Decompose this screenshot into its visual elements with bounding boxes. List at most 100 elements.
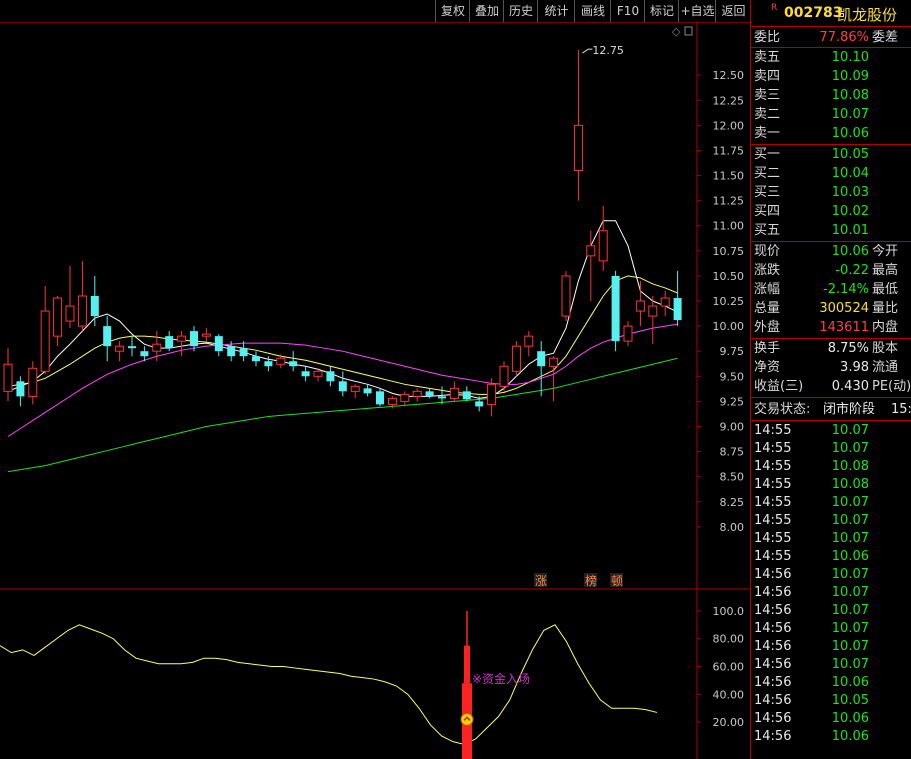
ask-price: 10.06: [831, 126, 869, 141]
stat-label2: 股本: [872, 341, 899, 356]
quote-label: 现价: [754, 244, 781, 259]
bid-row: 买二 10.04: [751, 164, 911, 183]
ask-price: 10.09: [831, 69, 869, 84]
stat-row: 收益(三) 0.430 PE(动): [751, 377, 911, 396]
y-tick-label: 12.25: [713, 94, 745, 107]
candle-body: [239, 348, 248, 357]
tick-time: 14:55: [754, 549, 792, 564]
candle-body: [16, 381, 25, 397]
candle-body: [227, 346, 236, 357]
candle-body: [499, 365, 509, 387]
bid-price: 10.01: [831, 223, 869, 238]
y-tick-label: 10.50: [713, 270, 745, 283]
tick-row: 14:56 10.06: [751, 727, 911, 746]
candle-body: [190, 331, 198, 347]
candle-body: [475, 401, 484, 407]
candle-body: [400, 393, 410, 402]
osc-y-tick-label: 80.00: [713, 633, 745, 646]
bid-price: 10.02: [831, 204, 869, 219]
toolbar-item-4[interactable]: 画线: [574, 0, 611, 22]
trade-status-label: 交易状态:: [754, 402, 811, 417]
trade-status-row: 交易状态: 闭市阶段 15:: [751, 400, 911, 419]
toolbar-item-1[interactable]: 叠加: [469, 0, 504, 22]
y-tick-label: 9.25: [720, 395, 745, 408]
quote-value: -0.22: [835, 263, 869, 278]
candle-body: [53, 297, 63, 337]
candle-body: [40, 310, 50, 372]
tick-time: 14:55: [754, 531, 792, 546]
quote-label: 涨跌: [754, 263, 781, 278]
weibi-label: 委比: [754, 30, 781, 45]
tick-row: 14:56 10.07: [751, 601, 911, 620]
y-tick-label: 9.50: [720, 370, 745, 383]
bid-label: 买三: [754, 185, 781, 200]
candle-body: [214, 336, 223, 352]
candle-body: [301, 371, 310, 377]
toolbar-item-5[interactable]: F10: [610, 0, 645, 22]
quote-row: 涨跌 -0.22 最高: [751, 261, 911, 280]
tick-price: 10.08: [831, 477, 869, 492]
stat-row: 换手 8.75% 股本: [751, 339, 911, 358]
tick-price: 10.05: [831, 693, 869, 708]
candle-body: [648, 305, 658, 317]
toolbar-item-8[interactable]: 返回: [715, 0, 751, 22]
toolbar-item-0[interactable]: 复权: [435, 0, 470, 22]
tick-time: 14:56: [754, 693, 792, 708]
candle-body: [90, 295, 99, 317]
stat-value: 0.430: [831, 379, 869, 394]
bid-row: 买三 10.03: [751, 183, 911, 202]
marker-label: 涨: [535, 573, 547, 588]
signal-label: ※资金入场: [472, 671, 530, 686]
tick-time: 14:55: [754, 513, 792, 528]
quote-value: 300524: [819, 301, 869, 316]
toolbar-item-6[interactable]: 标记: [644, 0, 679, 22]
stock-header: R 002783 凯龙股份: [751, 0, 911, 26]
candle-body: [252, 356, 260, 362]
ask-price: 10.08: [831, 88, 869, 103]
tick-time: 14:55: [754, 477, 792, 492]
toolbar-item-2[interactable]: 历史: [503, 0, 538, 22]
candle-body: [623, 325, 633, 342]
tick-time: 14:56: [754, 621, 792, 636]
tick-price: 10.07: [831, 603, 869, 618]
candle-body: [561, 275, 571, 317]
divider: [751, 26, 911, 27]
y-tick-label: 12.00: [713, 119, 745, 132]
osc-y-tick-label: 40.00: [713, 688, 745, 701]
quote-label2: 今开: [872, 244, 899, 259]
tick-row: 14:55 10.07: [751, 529, 911, 548]
tick-price: 10.06: [831, 711, 869, 726]
weibi-row: 委比 77.86% 委差: [751, 28, 911, 47]
candle-body: [326, 371, 335, 382]
toolbar-item-3[interactable]: 统计: [537, 0, 575, 22]
toolbar: 复权 叠加 历史 统计 画线 F10 标记 +自选 返回: [0, 0, 750, 23]
candle-body: [313, 370, 323, 377]
y-tick-label: 8.75: [720, 446, 745, 459]
ask-row: 卖一 10.06: [751, 124, 911, 143]
candle-body: [438, 396, 446, 399]
quote-label2: 最低: [872, 282, 899, 297]
tick-row: 14:56 10.06: [751, 709, 911, 728]
ask-label: 卖五: [754, 50, 781, 65]
tick-time: 14:55: [754, 459, 792, 474]
y-tick-label: 8.00: [720, 521, 745, 534]
tick-row: 14:55 10.08: [751, 475, 911, 494]
toolbar-item-7[interactable]: +自选: [678, 0, 716, 22]
tick-time: 14:55: [754, 441, 792, 456]
quote-label2: 最高: [872, 263, 899, 278]
ask-row: 卖三 10.08: [751, 86, 911, 105]
tick-time: 14:56: [754, 603, 792, 618]
candle-body: [376, 391, 384, 405]
candle-body: [65, 305, 75, 322]
ask-row: 卖五 10.10: [751, 48, 911, 67]
y-tick-label: 9.00: [720, 420, 745, 433]
bid-label: 买一: [754, 147, 781, 162]
tick-price: 10.07: [831, 531, 869, 546]
max-price-pointer: [582, 48, 593, 54]
marker-label: 顿: [611, 574, 623, 588]
y-tick-label: 10.00: [713, 320, 745, 333]
quote-row: 总量 300524 量比: [751, 299, 911, 318]
stat-value: 3.98: [840, 360, 869, 375]
weibi-label2: 委差: [872, 30, 899, 45]
tick-time: 14:56: [754, 711, 792, 726]
